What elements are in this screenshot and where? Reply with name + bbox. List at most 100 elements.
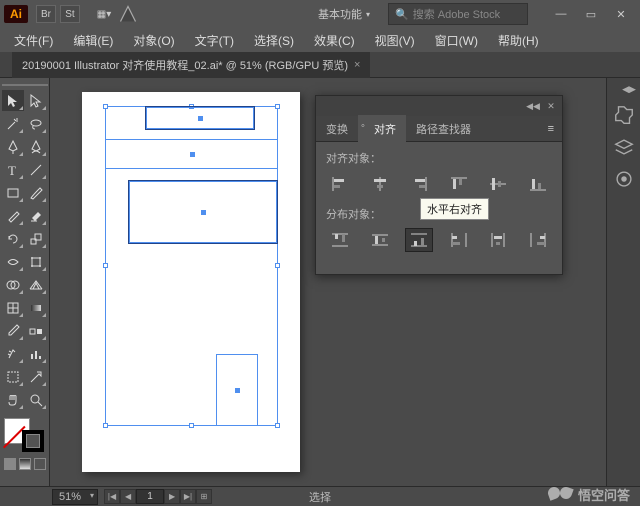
watermark-logo-icon [548, 482, 572, 506]
gpu-icon[interactable] [118, 5, 138, 23]
menu-window[interactable]: 窗口(W) [425, 28, 488, 53]
menu-view[interactable]: 视图(V) [365, 28, 425, 53]
shape-builder-tool[interactable] [2, 274, 24, 295]
menu-object[interactable]: 对象(O) [123, 28, 184, 53]
width-tool[interactable] [2, 251, 24, 272]
menu-select[interactable]: 选择(S) [244, 28, 304, 53]
zoom-level[interactable]: 51% [52, 489, 98, 505]
menu-help[interactable]: 帮助(H) [488, 28, 549, 53]
properties-panel-icon[interactable] [613, 104, 635, 126]
libraries-panel-icon[interactable] [613, 168, 635, 190]
document-tab-bar: 20190001 Illustrator 对齐使用教程_02.ai* @ 51%… [0, 52, 640, 78]
curvature-tool[interactable] [26, 136, 48, 157]
draw-normal[interactable] [4, 458, 16, 470]
stock-icon[interactable]: St [60, 5, 80, 23]
direct-selection-tool[interactable] [26, 90, 48, 111]
stroke-color[interactable] [22, 430, 44, 452]
slice-tool[interactable] [26, 366, 48, 387]
align-right-icon[interactable] [405, 172, 433, 196]
prev-artboard-button[interactable]: ◀ [120, 489, 136, 504]
workspace-label[interactable]: 基本功能 [318, 6, 362, 22]
status-selection-label: 选择 [309, 489, 331, 505]
menu-type[interactable]: 文字(T) [185, 28, 244, 53]
line-tool[interactable] [26, 159, 48, 180]
selection-tool[interactable] [2, 90, 24, 111]
hand-tool[interactable] [2, 389, 24, 410]
menu-bar: 文件(F) 编辑(E) 对象(O) 文字(T) 选择(S) 效果(C) 视图(V… [0, 28, 640, 52]
panel-grip[interactable] [2, 84, 48, 86]
artboard-number[interactable]: 1 [136, 489, 164, 504]
draw-behind[interactable] [19, 458, 31, 470]
fill-stroke-swatch[interactable] [2, 416, 46, 454]
arrange-docs-icon[interactable]: ▦▾ [94, 5, 114, 23]
tooltip: 水平右对齐 [420, 198, 489, 220]
magic-wand-tool[interactable] [2, 113, 24, 134]
strip-collapse-icon[interactable]: ◀▶ [622, 84, 636, 94]
rotate-tool[interactable] [2, 228, 24, 249]
tab-close-icon[interactable]: × [354, 59, 360, 71]
align-bottom-icon[interactable] [524, 172, 552, 196]
tab-align[interactable]: 对齐 [358, 115, 406, 143]
bridge-icon[interactable]: Br [36, 5, 56, 23]
distribute-top-icon[interactable] [326, 228, 354, 252]
tool-panel: T [0, 78, 50, 486]
align-hcenter-icon[interactable] [366, 172, 394, 196]
blend-tool[interactable] [26, 320, 48, 341]
pen-tool[interactable] [2, 136, 24, 157]
maximize-button[interactable]: ▭ [576, 4, 606, 24]
object-rect-3[interactable] [128, 180, 278, 244]
watermark-text: 悟空问答 [578, 485, 630, 504]
panel-collapse-icon[interactable]: ◀◀ [526, 101, 540, 111]
distribute-left-icon[interactable] [445, 228, 473, 252]
search-box[interactable]: 🔍 搜索 Adobe Stock [388, 3, 528, 25]
object-rect-1[interactable] [145, 106, 255, 130]
gradient-tool[interactable] [26, 297, 48, 318]
rectangle-tool[interactable] [2, 182, 24, 203]
right-panel-strip: ◀▶ [606, 78, 640, 486]
eraser-tool[interactable] [26, 205, 48, 226]
menu-effect[interactable]: 效果(C) [304, 28, 365, 53]
object-rect-4[interactable] [216, 354, 258, 426]
artboard-nav-icon[interactable]: ⊞ [196, 489, 212, 504]
distribute-hcenter-icon[interactable] [484, 228, 512, 252]
perspective-grid-tool[interactable] [26, 274, 48, 295]
tab-pathfinder[interactable]: 路径查找器 [406, 115, 481, 143]
watermark: 悟空问答 [548, 482, 630, 506]
first-artboard-button[interactable]: |◀ [104, 489, 120, 504]
workspace-dropdown-icon[interactable]: ▾ [366, 10, 370, 19]
tab-transform[interactable]: 变换 [316, 115, 358, 143]
scale-tool[interactable] [26, 228, 48, 249]
layers-panel-icon[interactable] [613, 136, 635, 158]
mesh-tool[interactable] [2, 297, 24, 318]
next-artboard-button[interactable]: ▶ [164, 489, 180, 504]
column-graph-tool[interactable] [26, 343, 48, 364]
panel-menu-icon[interactable]: ≡ [540, 123, 562, 135]
symbol-sprayer-tool[interactable] [2, 343, 24, 364]
minimize-button[interactable]: — [546, 4, 576, 24]
shaper-tool[interactable] [2, 205, 24, 226]
title-bar: Ai Br St ▦▾ 基本功能 ▾ 🔍 搜索 Adobe Stock — ▭ … [0, 0, 640, 28]
paintbrush-tool[interactable] [26, 182, 48, 203]
panel-close-icon[interactable]: ✕ [544, 101, 558, 111]
close-button[interactable]: ✕ [606, 4, 636, 24]
last-artboard-button[interactable]: ▶| [180, 489, 196, 504]
distribute-vcenter-icon[interactable] [366, 228, 394, 252]
lasso-tool[interactable] [26, 113, 48, 134]
object-rect-2[interactable] [105, 139, 278, 169]
type-tool[interactable]: T [2, 159, 24, 180]
align-top-icon[interactable] [445, 172, 473, 196]
zoom-tool[interactable] [26, 389, 48, 410]
distribute-bottom-icon[interactable] [405, 228, 433, 252]
menu-edit[interactable]: 编辑(E) [63, 28, 123, 53]
artboard-tool[interactable] [2, 366, 24, 387]
free-transform-tool[interactable] [26, 251, 48, 272]
align-vcenter-icon[interactable] [484, 172, 512, 196]
eyedropper-tool[interactable] [2, 320, 24, 341]
app-logo: Ai [4, 5, 28, 23]
align-panel: ◀◀ ✕ 变换 对齐 路径查找器 ≡ 对齐对象： 分布对象： [315, 95, 563, 275]
distribute-right-icon[interactable] [524, 228, 552, 252]
menu-file[interactable]: 文件(F) [4, 28, 63, 53]
align-left-icon[interactable] [326, 172, 354, 196]
document-tab[interactable]: 20190001 Illustrator 对齐使用教程_02.ai* @ 51%… [12, 52, 370, 78]
draw-inside[interactable] [34, 458, 46, 470]
